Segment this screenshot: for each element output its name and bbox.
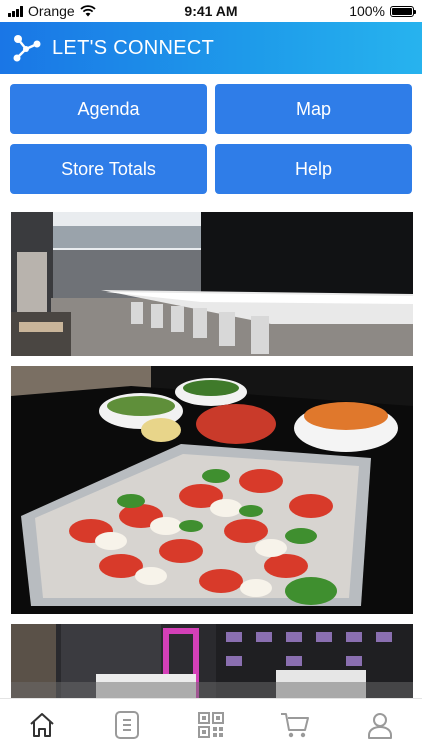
tab-cart[interactable] <box>275 705 315 745</box>
network-icon <box>13 35 41 62</box>
cart-icon <box>281 712 310 737</box>
app-header: LET'S CONNECT <box>0 22 422 74</box>
status-bar: Orange 9:41 AM 100% <box>0 0 422 22</box>
tab-bar <box>0 698 422 750</box>
signal-icon <box>8 5 23 17</box>
tab-scan[interactable] <box>191 705 231 745</box>
tab-profile[interactable] <box>360 705 400 745</box>
buffet-food-photo[interactable] <box>11 366 413 614</box>
document-icon <box>114 710 139 739</box>
status-left: Orange <box>8 3 96 19</box>
store-display-photo[interactable] <box>11 624 413 698</box>
store-totals-button[interactable]: Store Totals <box>10 144 207 194</box>
status-right: 100% <box>349 3 416 19</box>
profile-icon <box>367 712 392 739</box>
tab-documents[interactable] <box>107 705 147 745</box>
battery-percent: 100% <box>349 3 385 19</box>
qr-code-icon <box>197 711 224 738</box>
map-button[interactable]: Map <box>215 84 412 134</box>
event-hall-photo[interactable] <box>11 212 413 356</box>
app-title: LET'S CONNECT <box>52 36 215 59</box>
home-icon <box>30 712 54 737</box>
help-button[interactable]: Help <box>215 144 412 194</box>
tab-home[interactable] <box>22 705 62 745</box>
agenda-button[interactable]: Agenda <box>10 84 207 134</box>
wifi-icon <box>80 5 96 17</box>
battery-icon <box>390 5 416 17</box>
carrier-name: Orange <box>28 3 75 19</box>
nav-button-grid: Agenda Map Store Totals Help <box>10 84 412 194</box>
